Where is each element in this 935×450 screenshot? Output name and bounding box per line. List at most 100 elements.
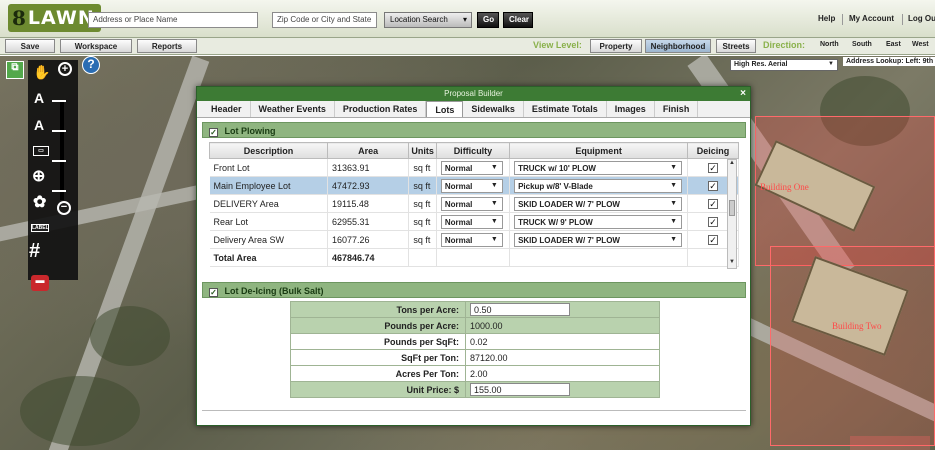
tab-images[interactable]: Images xyxy=(607,101,655,117)
globe-icon[interactable]: ⊕ xyxy=(32,166,45,186)
direction-north[interactable]: North xyxy=(820,41,839,48)
empty-cell xyxy=(509,248,689,267)
tons-per-acre-label: Tons per Acre: xyxy=(290,301,466,318)
zoom-out-icon[interactable]: − xyxy=(57,201,71,215)
ruler-icon[interactable]: ▭ xyxy=(33,146,49,156)
scroll-up-icon[interactable]: ▲ xyxy=(728,160,736,169)
column-header-units[interactable]: Units xyxy=(408,142,437,159)
map-layer-value: High Res. Aerial xyxy=(734,61,788,68)
tab-finish[interactable]: Finish xyxy=(655,101,699,117)
equipment-value: Pickup w/8' V-Blade xyxy=(518,181,593,191)
table-row[interactable]: Main Employee Lot 47472.93 sq ft Normal ▼… xyxy=(209,176,739,195)
view-level-property[interactable]: Property xyxy=(590,39,642,53)
equipment-value: TRUCK w/ 10' PLOW xyxy=(518,163,596,173)
log-out-link[interactable]: Log Out xyxy=(908,14,935,23)
form-row: Pounds per SqFt: 0.02 xyxy=(290,333,660,350)
save-button[interactable]: Save xyxy=(5,39,55,53)
column-header-equipment[interactable]: Equipment xyxy=(509,142,689,159)
tab-weather-events[interactable]: Weather Events xyxy=(251,101,335,117)
equipment-select[interactable]: SKID LOADER W/ 7' PLOW ▼ xyxy=(514,196,683,211)
lot-deicing-header[interactable]: ✓ Lot De-Icing (Bulk Salt) xyxy=(202,282,746,298)
direction-east[interactable]: East xyxy=(886,41,901,48)
difficulty-value: Normal xyxy=(444,199,473,209)
table-row[interactable]: Delivery Area SW 16077.26 sq ft Normal ▼ … xyxy=(209,230,739,249)
address-input[interactable]: Address or Place Name xyxy=(88,12,258,28)
hashtag-icon[interactable]: # xyxy=(29,240,40,263)
building-one-label: Building One xyxy=(760,182,809,192)
pan-hand-icon[interactable]: ✋ xyxy=(33,64,50,81)
direction-south[interactable]: South xyxy=(852,41,872,48)
row-description: Rear Lot xyxy=(209,212,328,231)
tab-sidewalks[interactable]: Sidewalks xyxy=(463,101,524,117)
difficulty-select[interactable]: Normal ▼ xyxy=(440,214,503,229)
unit-price-label: Unit Price: $ xyxy=(290,381,466,398)
tab-lots[interactable]: Lots xyxy=(426,101,464,117)
deicing-checkbox[interactable]: ✓ xyxy=(708,216,719,227)
form-row: Acres Per Ton: 2.00 xyxy=(290,365,660,382)
equipment-select[interactable]: TRUCK w/ 10' PLOW ▼ xyxy=(514,160,683,175)
text-edit-icon[interactable]: A xyxy=(34,117,44,133)
zoom-tick xyxy=(52,100,66,102)
table-row[interactable]: Rear Lot 62955.31 sq ft Normal ▼ TRUCK W/… xyxy=(209,212,739,231)
row-units: sq ft xyxy=(408,230,437,249)
column-header-deicing[interactable]: Deicing xyxy=(687,142,739,159)
view-level-neighborhood[interactable]: Neighborhood xyxy=(645,39,711,53)
equipment-select[interactable]: Pickup w/8' V-Blade ▼ xyxy=(514,178,683,193)
column-header-difficulty[interactable]: Difficulty xyxy=(435,142,511,159)
direction-west[interactable]: West xyxy=(912,41,929,48)
column-header-description[interactable]: Description xyxy=(209,142,328,159)
label-tool-icon[interactable]: LABEL xyxy=(31,224,49,232)
difficulty-select[interactable]: Normal ▼ xyxy=(440,232,503,247)
close-icon[interactable]: × xyxy=(740,88,746,99)
help-icon[interactable]: ? xyxy=(82,56,100,74)
help-link[interactable]: Help xyxy=(818,14,835,23)
reports-button[interactable]: Reports xyxy=(137,39,197,53)
difficulty-select[interactable]: Normal ▼ xyxy=(440,160,503,175)
deicing-form: Tons per Acre: 0.50 Pounds per Acre: 100… xyxy=(290,301,660,398)
clear-button[interactable]: Clear xyxy=(503,12,533,28)
tree-cluster xyxy=(90,306,170,366)
lot-plowing-header[interactable]: ✓ Lot Plowing xyxy=(202,122,746,138)
scroll-down-icon[interactable]: ▼ xyxy=(728,259,736,268)
equipment-select[interactable]: TRUCK W/ 9' PLOW ▼ xyxy=(514,214,683,229)
go-button[interactable]: Go xyxy=(477,12,499,28)
workspace-button[interactable]: Workspace xyxy=(60,39,132,53)
view-level-streets[interactable]: Streets xyxy=(716,39,756,53)
app-logo[interactable]: 8 LAWN xyxy=(8,4,101,32)
chevron-down-icon: ▼ xyxy=(670,163,678,171)
table-row[interactable]: DELIVERY Area 19115.48 sq ft Normal ▼ SKI… xyxy=(209,194,739,213)
map-view-icon[interactable]: ⧉ xyxy=(6,61,24,79)
tab-estimate-totals[interactable]: Estimate Totals xyxy=(524,101,607,117)
empty-cell xyxy=(408,248,437,267)
deicing-checkbox[interactable]: ✓ xyxy=(708,162,719,173)
tab-production-rates[interactable]: Production Rates xyxy=(335,101,427,117)
deicing-checkbox[interactable]: ✓ xyxy=(708,180,719,191)
table-scrollbar[interactable]: ▲ ▼ xyxy=(727,159,737,269)
text-label-icon[interactable]: A xyxy=(34,90,44,106)
chevron-down-icon: ▼ xyxy=(670,181,678,189)
lot-plowing-table: Description Area Units Difficulty Equipm… xyxy=(209,142,739,267)
zoom-slider[interactable] xyxy=(60,100,64,200)
difficulty-select[interactable]: Normal ▼ xyxy=(440,178,503,193)
zip-input[interactable]: Zip Code or City and State xyxy=(272,12,377,28)
deicing-checkbox[interactable]: ✓ xyxy=(708,234,719,245)
lot-plowing-checkbox[interactable]: ✓ xyxy=(209,128,218,137)
equipment-select[interactable]: SKID LOADER W/ 7' PLOW ▼ xyxy=(514,232,683,247)
difficulty-select[interactable]: Normal ▼ xyxy=(440,196,503,211)
tons-per-acre-input[interactable]: 0.50 xyxy=(470,303,570,316)
toolbox-icon[interactable]: ▬ xyxy=(31,275,49,291)
my-account-link[interactable]: My Account xyxy=(849,14,894,23)
tab-header[interactable]: Header xyxy=(203,101,251,117)
unit-price-input[interactable]: 155.00 xyxy=(470,383,570,396)
zoom-in-icon[interactable]: + xyxy=(58,62,72,76)
flower-icon[interactable]: ✿ xyxy=(33,192,46,212)
scroll-thumb[interactable] xyxy=(729,200,735,216)
lot-deicing-checkbox[interactable]: ✓ xyxy=(209,288,218,297)
difficulty-value: Normal xyxy=(444,235,473,245)
map-layer-select[interactable]: High Res. Aerial ▼ xyxy=(730,59,838,71)
table-row[interactable]: Front Lot 31363.91 sq ft Normal ▼ TRUCK w… xyxy=(209,158,739,177)
deicing-checkbox[interactable]: ✓ xyxy=(708,198,719,209)
form-row: SqFt per Ton: 87120.00 xyxy=(290,349,660,366)
column-header-area[interactable]: Area xyxy=(326,142,410,159)
location-search-select[interactable]: Location Search ▾ xyxy=(384,12,472,28)
